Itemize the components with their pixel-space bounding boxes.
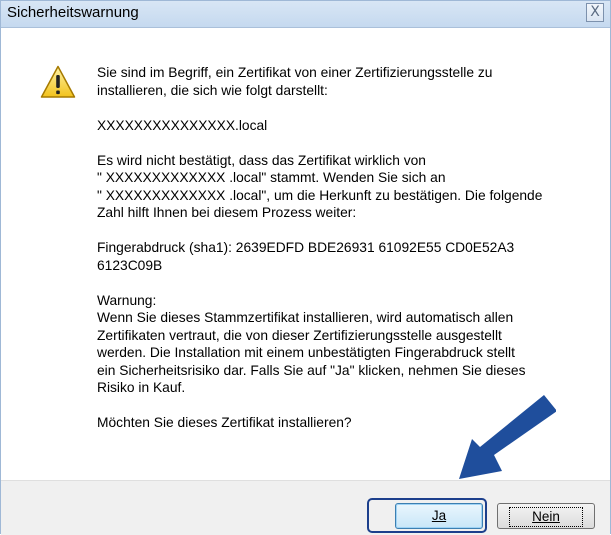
no-button[interactable]: Nein [497,503,595,529]
message-text: Sie sind im Begriff, ein Zertifikat von … [97,64,587,432]
intro-paragraph: Sie sind im Begriff, ein Zertifikat von … [97,65,493,98]
issuer-name: XXXXXXXXXXXXXXX.local [97,117,268,133]
yes-button-label: Ja [431,508,447,523]
annotation-arrow-icon [459,395,556,479]
close-button[interactable]: X [586,3,604,22]
close-icon: X [590,4,600,20]
no-button-label: Nein [532,509,560,524]
yes-button[interactable]: Ja [395,503,483,529]
warning-triangle-icon [40,65,76,98]
warning-paragraph: Warnung: Wenn Sie dieses Stammzertifikat… [97,292,526,396]
dialog-title: Sicherheitswarnung [7,4,139,21]
title-bar[interactable]: Sicherheitswarnung X [1,1,610,28]
verification-paragraph: Es wird nicht bestätigt, dass das Zertif… [97,152,543,221]
security-warning-dialog: Sicherheitswarnung X Sie sind im Begriff… [0,0,611,535]
no-button-focus: Nein [509,507,583,527]
fingerprint-paragraph: Fingerabdruck (sha1): 2639EDFD BDE26931 … [97,240,515,273]
